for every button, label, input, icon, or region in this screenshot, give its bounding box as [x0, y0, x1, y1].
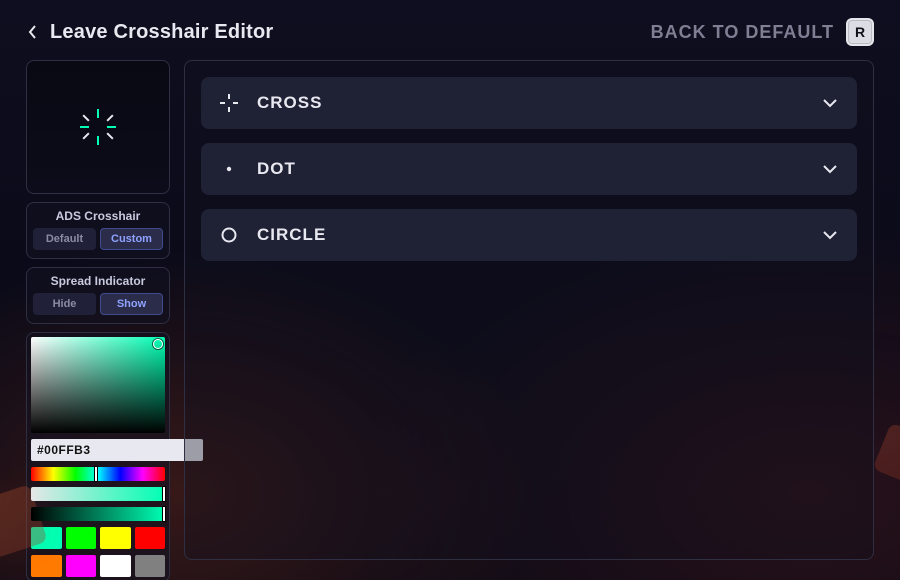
section-circle[interactable]: CIRCLE [201, 209, 857, 261]
value-slider[interactable] [31, 507, 165, 521]
header-right: BACK TO DEFAULT R [651, 18, 874, 46]
ads-crosshair-toggle: Default Custom [33, 228, 163, 250]
hue-slider[interactable] [31, 467, 165, 481]
preset-swatch[interactable] [66, 527, 97, 549]
ads-crosshair-panel: ADS Crosshair Default Custom [26, 202, 170, 259]
chevron-down-icon [821, 163, 839, 175]
page-title: Leave Crosshair Editor [50, 21, 273, 44]
value-thumb[interactable] [162, 506, 166, 522]
chevron-down-icon [821, 97, 839, 109]
sv-handle[interactable] [153, 339, 163, 349]
preset-swatch[interactable] [135, 555, 166, 577]
preset-swatch[interactable] [31, 555, 62, 577]
ads-option-custom[interactable]: Custom [100, 228, 163, 250]
preset-swatch[interactable] [135, 527, 166, 549]
chevron-left-icon [26, 23, 40, 41]
circle-icon [219, 225, 239, 245]
sidebar: ADS Crosshair Default Custom Spread Indi… [26, 60, 170, 580]
spread-indicator-label: Spread Indicator [33, 274, 163, 288]
hex-input[interactable] [31, 439, 203, 461]
section-dot[interactable]: DOT [201, 143, 857, 195]
preset-swatch[interactable] [100, 527, 131, 549]
header: Leave Crosshair Editor BACK TO DEFAULT R [0, 0, 900, 46]
crosshair-graphic [78, 107, 118, 147]
section-label: CIRCLE [257, 225, 326, 245]
spread-indicator-toggle: Hide Show [33, 293, 163, 315]
section-cross[interactable]: CROSS [201, 77, 857, 129]
crosshair-preview [26, 60, 170, 194]
hotkey-badge: R [846, 18, 874, 46]
saturation-thumb[interactable] [162, 486, 166, 502]
preset-row-2 [31, 555, 165, 577]
main: ADS Crosshair Default Custom Spread Indi… [0, 46, 900, 580]
color-picker [26, 332, 170, 580]
ads-option-default[interactable]: Default [33, 228, 96, 250]
leave-editor-button[interactable]: Leave Crosshair Editor [26, 21, 273, 44]
spread-option-hide[interactable]: Hide [33, 293, 96, 315]
cross-icon [219, 93, 239, 113]
section-label: DOT [257, 159, 296, 179]
chevron-down-icon [821, 229, 839, 241]
section-label: CROSS [257, 93, 322, 113]
spread-option-show[interactable]: Show [100, 293, 163, 315]
saturation-value-field[interactable] [31, 337, 165, 433]
preset-row-1 [31, 527, 165, 549]
saturation-slider[interactable] [31, 487, 165, 501]
dot-icon [219, 159, 239, 179]
preset-swatch[interactable] [66, 555, 97, 577]
ads-crosshair-label: ADS Crosshair [33, 209, 163, 223]
hue-thumb[interactable] [94, 466, 98, 482]
spread-indicator-panel: Spread Indicator Hide Show [26, 267, 170, 324]
back-to-default-button[interactable]: BACK TO DEFAULT [651, 22, 834, 43]
preset-swatch[interactable] [100, 555, 131, 577]
sections-panel: CROSS DOT CIRCLE [184, 60, 874, 560]
